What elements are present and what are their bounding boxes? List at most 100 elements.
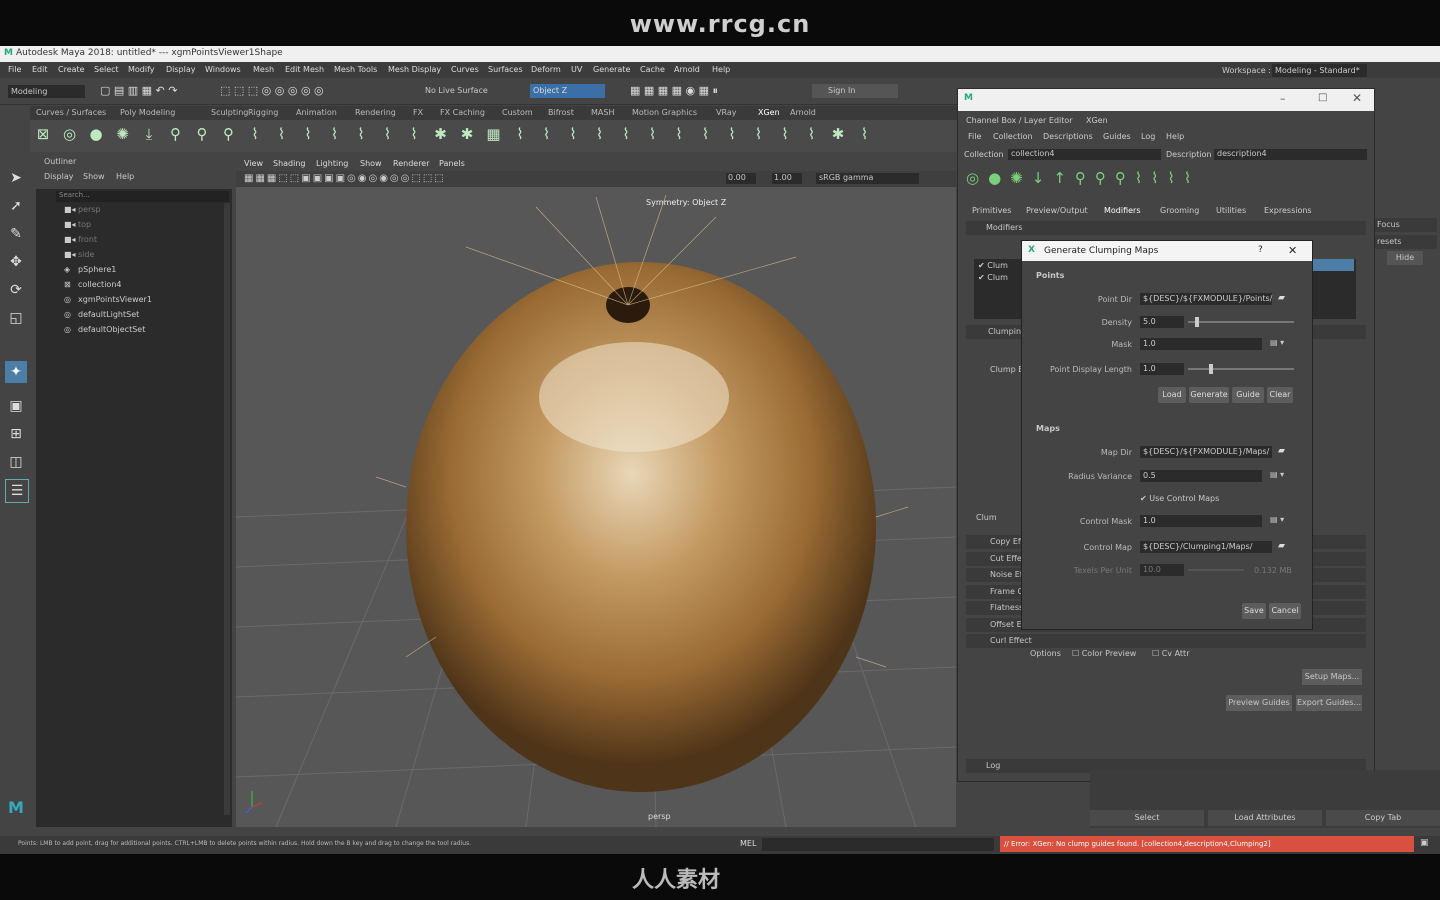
shelf-tab[interactable]: Poly Modeling [120, 108, 175, 117]
xgen-shelf-tool-icon[interactable]: ✺ [114, 124, 132, 144]
density-field[interactable]: 5.0 [1140, 316, 1184, 328]
mel-input[interactable] [762, 838, 994, 851]
dialog-close-icon[interactable]: ✕ [1288, 244, 1297, 257]
shelf-tab[interactable]: Animation [296, 108, 337, 117]
xgen-shelf-tool-icon[interactable]: ⌇ [776, 124, 794, 144]
outliner-item[interactable]: pSphere1 [78, 265, 116, 274]
xgen-shelf-tool-icon[interactable]: ⌇ [405, 124, 423, 144]
menu-item[interactable]: Windows [205, 65, 241, 74]
xgen-shelf-tool-icon[interactable]: ⌇ [299, 124, 317, 144]
menu-item[interactable]: Generate [593, 65, 630, 74]
xgen-shelf-tool-icon[interactable]: ⌇ [273, 124, 291, 144]
menu-item[interactable]: Mesh Display [388, 65, 441, 74]
menu-item[interactable]: Surfaces [488, 65, 523, 74]
presets-button[interactable]: resets [1375, 235, 1437, 249]
xgen-shelf-tool-icon[interactable]: ⌇ [246, 124, 264, 144]
cancel-button[interactable]: Cancel [1269, 603, 1301, 619]
menu-item[interactable]: Modify [128, 65, 155, 74]
menu-item[interactable]: Curves [451, 65, 479, 74]
radius-map-icon[interactable]: ▤ ▾ [1270, 470, 1284, 479]
minimize-icon[interactable]: – [1280, 92, 1286, 105]
xgen-shelf-tool-icon[interactable]: ⌇ [697, 124, 715, 144]
modifiers-section[interactable]: Modifiers [966, 221, 1366, 235]
clear-button[interactable]: Clear [1267, 387, 1293, 403]
mask-map-icon[interactable]: ▤ ▾ [1270, 338, 1284, 347]
layout-two-icon[interactable]: ◫ [5, 451, 27, 473]
xgen-shelf-tool-icon[interactable]: ⌇ [856, 124, 874, 144]
shelf-tab[interactable]: VRay [716, 108, 737, 117]
xgen-shelf-tool-icon[interactable]: ⌇ [723, 124, 741, 144]
help-icon[interactable]: ? [1258, 245, 1263, 255]
xgen-shelf-tool-icon[interactable]: ⚲ [167, 124, 185, 144]
description-dropdown[interactable]: description4 [1214, 149, 1367, 160]
viewport-menu-item[interactable]: Renderer [393, 159, 430, 168]
xgen-shelf-tool-icon[interactable]: ⌇ [564, 124, 582, 144]
clump-section[interactable]: Clump E [968, 365, 1023, 374]
layout-outliner-icon[interactable]: ☰ [5, 479, 29, 503]
viewport-menu-item[interactable]: View [244, 159, 263, 168]
outliner-item[interactable]: collection4 [78, 280, 121, 289]
channel-box-button[interactable]: Copy Tab [1326, 810, 1440, 826]
viewport-panel[interactable]: View Shading Lighting Show Renderer Panels ▦▦… [236, 157, 956, 827]
outliner-item[interactable]: front [78, 235, 97, 244]
xgen-shelf-tool-icon[interactable]: ⌇ [644, 124, 662, 144]
menu-item[interactable]: Deform [531, 65, 561, 74]
shelf-tab[interactable]: Rendering [355, 108, 396, 117]
xgen-subtab[interactable]: Primitives [972, 206, 1011, 215]
modifier-item[interactable]: ✔ Clum [978, 273, 1008, 282]
shelf-tab[interactable]: FX Caching [440, 108, 485, 117]
symmetry-dropdown[interactable]: Object Z [530, 84, 605, 98]
select-mode-icons[interactable]: ⬚ ⬚ ⬚ ◎ ◎ ◎ ◎ ◎ [220, 84, 324, 97]
xgen-shelf-tool-icon[interactable]: ✱ [458, 124, 476, 144]
menu-item[interactable]: Select [94, 65, 119, 74]
outliner-search-input[interactable]: Search... [56, 191, 229, 202]
outliner-item[interactable]: top [78, 220, 91, 229]
modifier-item[interactable]: ✔ Clum [978, 261, 1008, 270]
shelf-tab[interactable]: Sculpting [211, 108, 248, 117]
menu-item[interactable]: Help [712, 65, 730, 74]
shelf-tab[interactable]: XGen [758, 108, 780, 117]
xgen-menu-item[interactable]: File [968, 132, 981, 141]
menu-item[interactable]: Edit Mesh [285, 65, 324, 74]
workspace-dropdown[interactable]: Modeling - Standard* [1272, 64, 1367, 77]
viewport-menu-item[interactable]: Shading [273, 159, 306, 168]
channel-box-button[interactable]: Select [1090, 810, 1204, 826]
shelf-tab[interactable]: Curves / Surfaces [36, 108, 106, 117]
mel-label[interactable]: MEL [740, 839, 756, 848]
control-map-folder-icon[interactable]: ▰ [1278, 541, 1285, 551]
xgen-shelf-tool-icon[interactable]: ⌇ [670, 124, 688, 144]
xgen-shelf-tool-icon[interactable]: ✱ [432, 124, 450, 144]
map-folder-icon[interactable]: ▰ [1278, 446, 1285, 456]
xgen-shelf-tool-icon[interactable]: ⌇ [538, 124, 556, 144]
xgen-shelf-tool-icon[interactable]: ⌇ [379, 124, 397, 144]
mode-dropdown[interactable]: Modeling [8, 85, 85, 98]
viewport-menu-item[interactable]: Lighting [316, 159, 348, 168]
viewport-tool-icons[interactable]: ▦▦▦⬚⬚▣▣▣▣◎◉◎◉◎◎⬚⬚⬚ [244, 173, 446, 184]
xgen-shelf-tool-icon[interactable]: ✱ [829, 124, 847, 144]
xgen-menu-item[interactable]: Log [1141, 132, 1155, 141]
guide-button[interactable]: Guide [1232, 387, 1264, 403]
render-icons[interactable]: ▦ ▦ ▦ ▦ ◉ ▦ ⏸ [630, 84, 718, 98]
outliner-scrollbar[interactable] [224, 203, 230, 815]
script-editor-icon[interactable]: ▣ [1420, 838, 1429, 848]
viewport-menu-item[interactable]: Panels [439, 159, 465, 168]
collection-dropdown[interactable]: collection4 [1008, 149, 1161, 160]
layout-single-icon[interactable]: ▣ [5, 395, 27, 417]
xgen-subtab[interactable]: Utilities [1216, 206, 1246, 215]
mask-field[interactable]: 1.0 [1140, 338, 1262, 350]
outliner-item[interactable]: defaultLightSet [78, 310, 139, 319]
xgen-shelf-tool-icon[interactable]: ⚲ [193, 124, 211, 144]
exposure-field[interactable]: 0.00 [726, 173, 756, 184]
setup-maps-button[interactable]: Setup Maps... [1302, 669, 1362, 685]
point-dir-field[interactable]: ${DESC}/${FXMODULE}/Points/ [1140, 293, 1272, 305]
xgen-menu-item[interactable]: Descriptions [1043, 132, 1093, 141]
load-button[interactable]: Load [1158, 387, 1186, 403]
pdl-slider-handle[interactable] [1209, 364, 1213, 374]
file-icons[interactable]: ▢ ▤ ▥ ▦ ↶ ↷ [100, 84, 178, 97]
control-mask-map-icon[interactable]: ▤ ▾ [1270, 515, 1284, 524]
xgen-shelf-tool-icon[interactable]: ⌇ [591, 124, 609, 144]
control-mask-field[interactable]: 1.0 [1140, 515, 1262, 527]
menu-item[interactable]: File [8, 65, 21, 74]
effect-section[interactable]: Curl Effect [966, 634, 1366, 648]
menu-item[interactable]: Mesh Tools [334, 65, 377, 74]
